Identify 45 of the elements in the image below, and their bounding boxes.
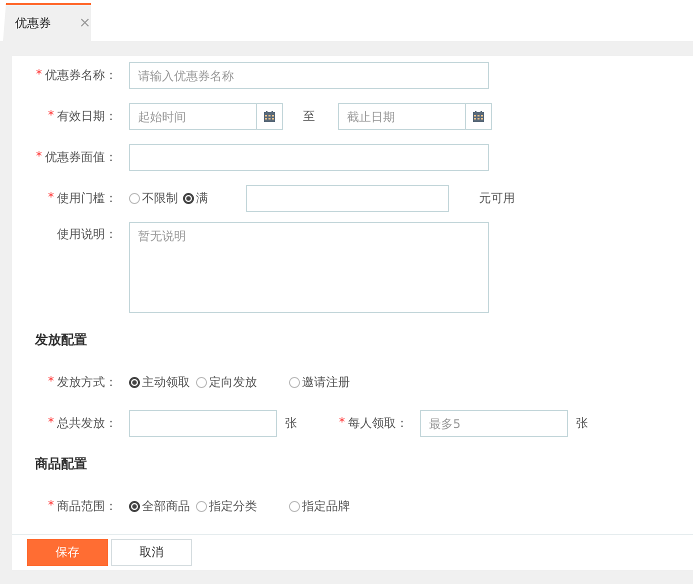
calendar-button[interactable] (466, 103, 492, 130)
required-mark: * (36, 149, 42, 165)
radio-option[interactable]: 指定品牌 (289, 498, 350, 515)
field-label: 使用说明： (57, 226, 117, 243)
end-date-field[interactable]: 截止日期 (338, 103, 466, 130)
tab[interactable]: 优惠券 × (3, 3, 91, 41)
radio-option[interactable]: 邀请注册 (289, 374, 350, 391)
field-label: 有效日期： (57, 108, 117, 125)
required-mark: * (48, 374, 54, 390)
range-separator: 至 (303, 108, 315, 125)
calendar-button[interactable] (257, 103, 283, 130)
text-field[interactable] (129, 144, 489, 171)
required-mark: * (339, 415, 345, 431)
cancel-button[interactable]: 取消 (111, 539, 192, 566)
suffix-label: 元可用 (479, 190, 515, 207)
required-mark: * (36, 67, 42, 83)
field-label: 优惠券面值： (45, 149, 117, 166)
radio-option[interactable]: 全部商品 (129, 498, 196, 515)
required-mark: * (48, 108, 54, 124)
field-label: 每人领取： (348, 415, 408, 432)
field-label: 商品范围： (57, 498, 117, 515)
required-mark: * (48, 415, 54, 431)
section-heading: 发放配置 (34, 332, 88, 349)
radio-option[interactable]: 满 (183, 190, 246, 207)
required-mark: * (48, 498, 54, 514)
calendar-icon (264, 111, 275, 122)
amount-field[interactable] (246, 185, 449, 212)
text-field[interactable]: 请输入优惠券名称 (129, 62, 489, 89)
number-field[interactable]: 最多5 (420, 410, 568, 437)
field-label: 总共发放： (57, 415, 117, 432)
radio-option[interactable]: 定向发放 (196, 374, 289, 391)
number-field[interactable] (129, 410, 277, 437)
description-field[interactable]: 暂无说明 (129, 222, 489, 313)
field-label: 优惠券名称： (45, 67, 117, 84)
unit-label: 张 (285, 415, 298, 432)
section-heading: 商品配置 (34, 456, 88, 473)
radio-option[interactable]: 指定分类 (196, 498, 289, 515)
field-label: 使用门槛： (57, 190, 117, 207)
required-mark: * (48, 190, 54, 206)
unit-label: 张 (576, 415, 589, 432)
calendar-icon (473, 111, 484, 122)
radio-option[interactable]: 主动领取 (129, 374, 196, 391)
radio-option[interactable]: 不限制 (129, 190, 183, 207)
start-date-field[interactable]: 起始时间 (129, 103, 257, 130)
field-label: 发放方式： (57, 374, 117, 391)
